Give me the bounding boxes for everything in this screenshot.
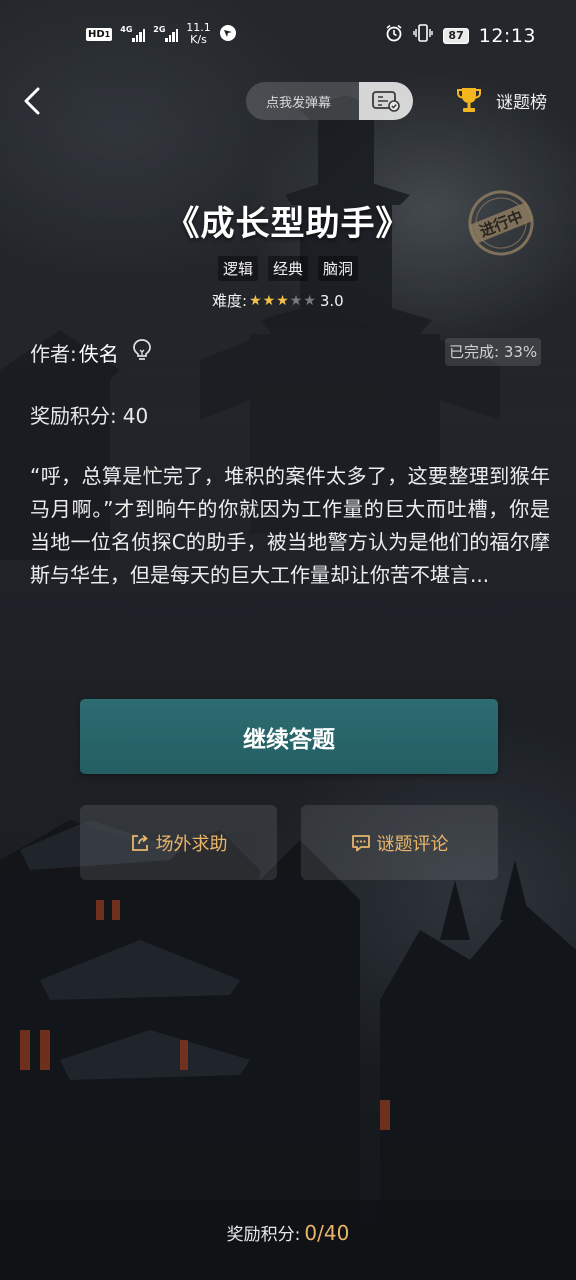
difficulty-rating: 难度: ★ ★ ★ ★ ★ 3.0 — [212, 290, 344, 311]
star-filled-icon: ★ — [262, 292, 276, 309]
danmaku-icon — [372, 91, 400, 112]
danmaku-toggle-button[interactable] — [359, 82, 413, 120]
comment-icon — [351, 834, 370, 851]
hd-voice-badge: HD1 — [86, 27, 113, 41]
trophy-icon — [457, 88, 481, 112]
chevron-left-icon — [24, 87, 40, 115]
clock: 12:13 — [478, 24, 536, 47]
battery-indicator: 87 — [443, 27, 469, 44]
author-row: 作者: 佚名 — [30, 338, 153, 367]
ranking-label: 谜题榜 — [496, 92, 547, 113]
vibrate-icon — [413, 24, 434, 47]
comments-label: 谜题评论 — [376, 833, 449, 855]
danmaku-placeholder[interactable]: 点我发弹幕 — [246, 92, 359, 111]
hint-button[interactable] — [131, 338, 153, 367]
signal-icon: 2G — [153, 25, 179, 42]
signal-icon: 4G — [120, 25, 146, 42]
puzzle-ranking-button[interactable]: 谜题榜 — [456, 86, 547, 114]
tag-chip: 脑洞 — [318, 256, 359, 281]
lightbulb-icon — [132, 339, 151, 360]
help-label: 场外求助 — [155, 833, 228, 855]
ask-for-help-button[interactable]: 场外求助 — [80, 805, 277, 880]
app-notification-icon — [219, 24, 237, 45]
reward-points: 奖励积分: 40 — [30, 404, 149, 428]
reward-progress-value: 0/40 — [304, 1221, 350, 1245]
completion-badge: 已完成: 33% — [445, 338, 542, 366]
star-filled-icon: ★ — [276, 292, 289, 309]
author-label: 作者: — [30, 342, 77, 366]
danmaku-input[interactable]: 点我发弹幕 — [246, 82, 413, 120]
footer-reward-progress: 奖励积分: 0/40 — [226, 1221, 350, 1245]
difficulty-stars: ★ ★ ★ ★ ★ — [249, 294, 316, 308]
star-empty-icon: ★ — [289, 292, 303, 309]
continue-answering-button[interactable]: 继续答题 — [80, 699, 498, 774]
tag-chip: 经典 — [267, 256, 308, 281]
puzzle-description: “呼，总算是忙完了，堆积的案件太多了，这要整理到猴年马月啊。”才到晌午的你就因为… — [30, 464, 550, 587]
network-speed: 11.1 K/s — [186, 21, 211, 46]
status-bar: HD1 4G 2G 11.1 K/s 87 12:13 — [0, 0, 576, 72]
author-name: 佚名 — [78, 342, 119, 366]
puzzle-comments-button[interactable]: 谜题评论 — [301, 805, 498, 880]
star-filled-icon: ★ — [249, 292, 262, 309]
back-button[interactable] — [20, 86, 44, 116]
alarm-icon — [385, 24, 403, 47]
share-icon — [131, 834, 148, 851]
puzzle-tags: 逻辑 经典 脑洞 — [0, 256, 576, 281]
difficulty-value: 3.0 — [319, 291, 344, 310]
difficulty-label: 难度: — [212, 292, 248, 310]
tag-chip: 逻辑 — [217, 256, 258, 281]
star-empty-icon: ★ — [303, 292, 316, 309]
